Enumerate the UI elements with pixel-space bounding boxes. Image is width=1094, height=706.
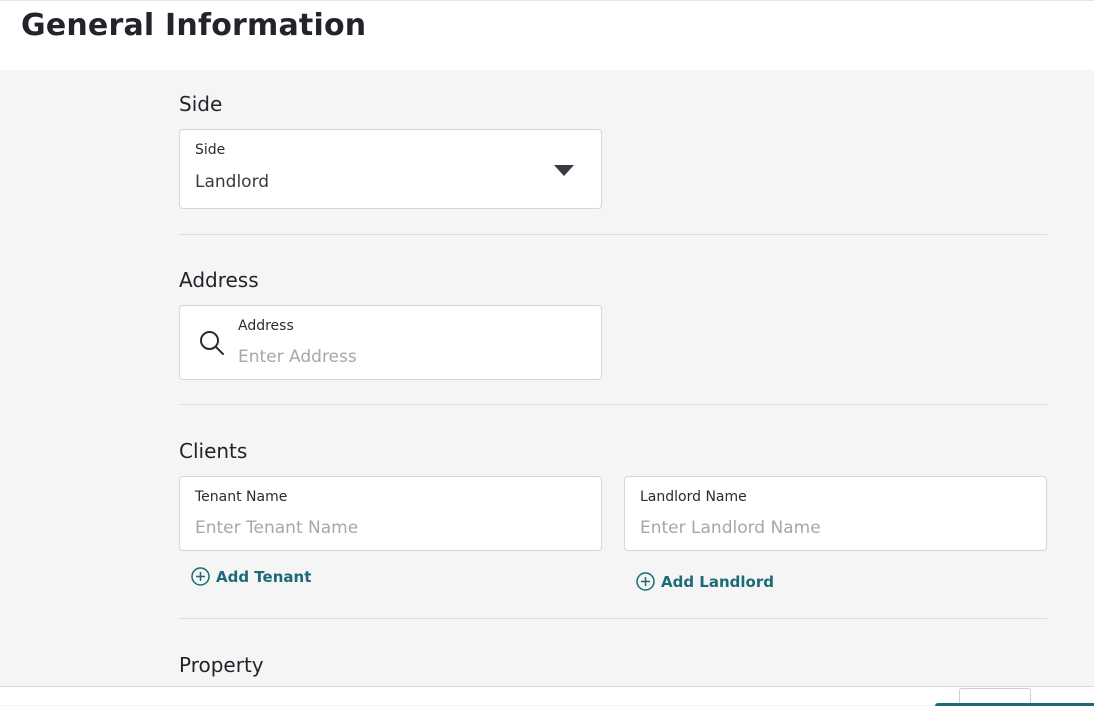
section-divider xyxy=(179,618,1047,619)
tenant-name-label: Tenant Name xyxy=(195,489,288,505)
side-select-value: Landlord xyxy=(195,172,270,192)
landlord-name-input[interactable] xyxy=(640,517,1030,539)
address-section-title: Address xyxy=(179,268,259,292)
search-icon xyxy=(200,331,224,355)
address-field-label: Address xyxy=(238,318,294,334)
plus-circle-icon xyxy=(636,572,655,591)
add-landlord-label: Add Landlord xyxy=(661,572,774,591)
add-tenant-button[interactable]: Add Tenant xyxy=(191,567,311,586)
side-select[interactable]: Side Landlord xyxy=(179,129,602,209)
tenant-name-field[interactable]: Tenant Name xyxy=(179,476,602,551)
landlord-name-field[interactable]: Landlord Name xyxy=(624,476,1047,551)
plus-circle-icon xyxy=(191,567,210,586)
landlord-name-label: Landlord Name xyxy=(640,489,747,505)
tenant-name-input[interactable] xyxy=(195,517,585,539)
address-input[interactable] xyxy=(238,346,588,368)
page-header: General Information xyxy=(0,0,1094,70)
side-select-label: Side xyxy=(195,142,226,158)
section-divider xyxy=(179,234,1047,235)
clients-section-title: Clients xyxy=(179,439,248,463)
add-landlord-button[interactable]: Add Landlord xyxy=(636,572,774,591)
footer-action-bar xyxy=(0,686,1094,706)
caret-down-icon[interactable] xyxy=(553,164,575,177)
section-divider xyxy=(179,404,1047,405)
address-field[interactable]: Address xyxy=(179,305,602,380)
add-tenant-label: Add Tenant xyxy=(216,567,312,586)
property-section-title: Property xyxy=(179,653,264,677)
side-section-title: Side xyxy=(179,92,223,116)
page-title: General Information xyxy=(21,8,367,43)
